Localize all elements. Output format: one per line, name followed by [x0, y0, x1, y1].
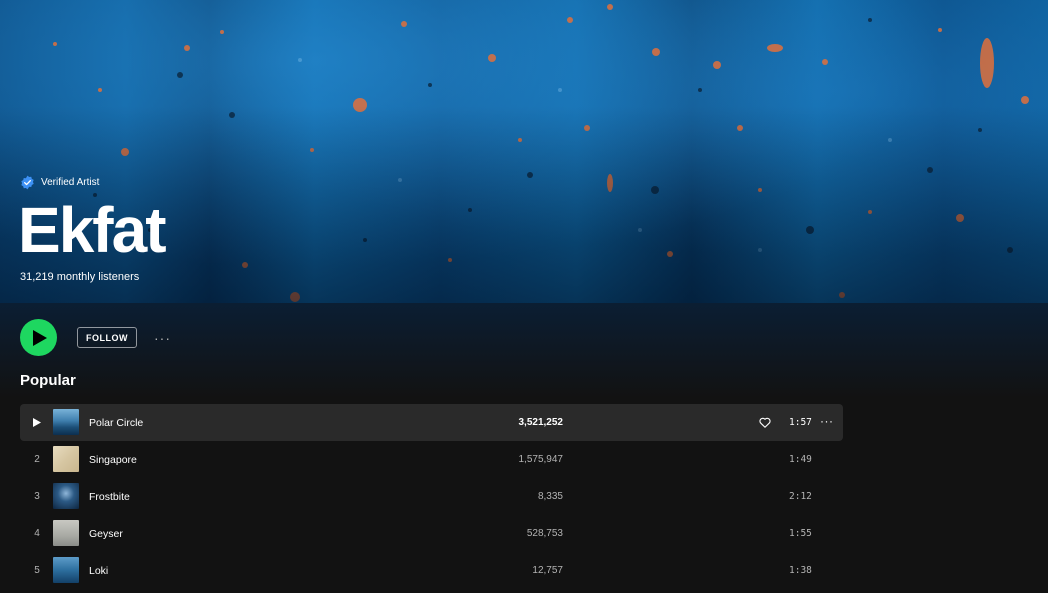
track-more-button[interactable]: ··· [820, 414, 834, 428]
artist-content: FOLLOW ··· Popular Polar Circle 3,521,25… [0, 303, 1048, 593]
track-duration: 1:49 [789, 454, 812, 465]
track-number: 5 [34, 565, 40, 576]
track-row[interactable]: 3 Frostbite 8,335 2:12 [20, 478, 843, 515]
play-button[interactable] [20, 319, 57, 356]
track-row[interactable]: 2 Singapore 1,575,947 1:49 [20, 441, 843, 478]
track-title[interactable]: Singapore [89, 454, 137, 466]
track-number: 3 [34, 491, 40, 502]
track-duration: 1:38 [789, 565, 812, 576]
play-icon[interactable] [33, 418, 41, 427]
verified-badge-icon [21, 175, 34, 190]
play-icon [33, 329, 47, 346]
track-number: 2 [34, 454, 40, 465]
track-plays: 12,757 [532, 565, 563, 576]
more-options-button[interactable]: ··· [154, 330, 171, 346]
track-plays: 3,521,252 [518, 417, 564, 428]
track-row[interactable]: 4 Geyser 528,753 1:55 [20, 515, 843, 552]
track-duration: 2:12 [789, 491, 812, 502]
popular-track-list: Polar Circle 3,521,252 1:57 ··· 2 Singap… [20, 404, 843, 589]
track-row[interactable]: Polar Circle 3,521,252 1:57 ··· [20, 404, 843, 441]
artist-name: Ekfat [18, 194, 166, 266]
track-title[interactable]: Loki [89, 565, 108, 577]
follow-button[interactable]: FOLLOW [77, 327, 137, 348]
track-cover-image [53, 557, 79, 583]
track-number: 4 [34, 528, 40, 539]
track-row[interactable]: 5 Loki 12,757 1:38 [20, 552, 843, 589]
track-plays: 8,335 [537, 491, 563, 502]
heart-icon[interactable] [759, 417, 771, 428]
track-title[interactable]: Frostbite [89, 491, 130, 503]
verified-label: Verified Artist [41, 177, 100, 188]
track-plays: 528,753 [526, 528, 563, 539]
artist-header-banner: Verified Artist Ekfat 31,219 monthly lis… [0, 0, 1048, 303]
track-cover-image [53, 483, 79, 509]
track-cover-image [53, 446, 79, 472]
track-duration: 1:55 [789, 528, 812, 539]
track-plays: 1,575,947 [518, 454, 564, 465]
track-cover-image [53, 409, 79, 435]
popular-heading: Popular [20, 372, 76, 389]
verified-artist-badge: Verified Artist [20, 175, 99, 190]
track-title[interactable]: Geyser [89, 528, 123, 540]
track-duration: 1:57 [789, 417, 812, 428]
track-title[interactable]: Polar Circle [89, 417, 143, 429]
track-cover-image [53, 520, 79, 546]
monthly-listeners: 31,219 monthly listeners [20, 271, 140, 283]
